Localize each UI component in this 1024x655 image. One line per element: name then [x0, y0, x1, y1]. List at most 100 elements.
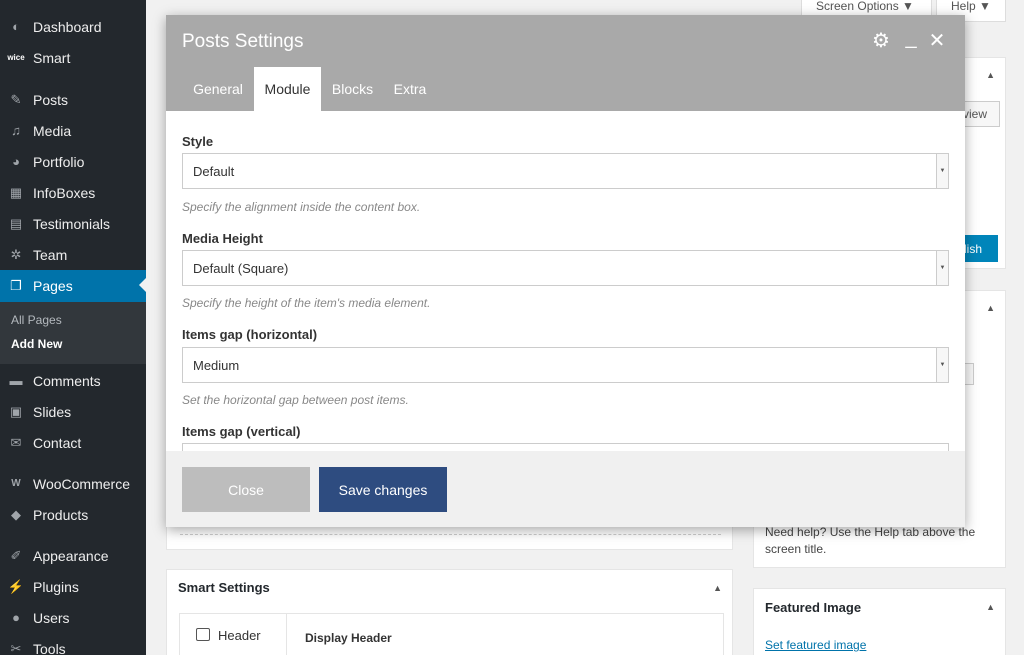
toggle-arrow-icon[interactable]: ▲	[986, 70, 995, 80]
close-label: Close	[228, 481, 264, 498]
submenu-add-new[interactable]: Add New	[11, 337, 62, 351]
menu-label: Comments	[33, 372, 101, 389]
save-changes-button[interactable]: Save changes	[319, 467, 447, 512]
preview-label: view	[963, 107, 988, 121]
smart-settings-box: Smart Settings ▲ Header Display Header	[166, 569, 733, 655]
menu-tools[interactable]: ✂ Tools	[0, 633, 146, 655]
menu-plugins[interactable]: ⚡ Plugins	[0, 571, 146, 602]
minimize-icon[interactable]: _	[900, 27, 922, 49]
menu-label: Team	[33, 246, 68, 263]
submenu-all-pages[interactable]: All Pages	[11, 313, 62, 327]
menu-contact[interactable]: ✉ Contact	[0, 427, 146, 458]
header-tab-label: Header	[218, 628, 261, 643]
help-label: Help ▼	[951, 0, 991, 13]
tab-label: Blocks	[331, 81, 374, 97]
set-featured-image-link[interactable]: Set featured image	[765, 638, 866, 652]
items-gap-horizontal-value: Medium	[193, 357, 240, 373]
gear-icon[interactable]: ⚙	[870, 29, 892, 52]
menu-label: Slides	[33, 403, 72, 420]
posts-settings-modal: Posts Settings ⚙ _ ✕ General Module Bloc…	[166, 15, 965, 527]
menu-label: Tools	[33, 640, 66, 655]
products-icon: ◆	[11, 506, 21, 522]
menu-posts[interactable]: ✎ Posts	[0, 84, 146, 115]
menu-infoboxes[interactable]: ▦ InfoBoxes	[0, 177, 146, 208]
menu-testimonials[interactable]: ▤ Testimonials	[0, 208, 146, 239]
testimonials-icon: ▤	[9, 215, 23, 231]
modal-footer: Close Save changes	[166, 451, 965, 527]
header-tab[interactable]: Header	[180, 614, 287, 655]
menu-label: Media	[33, 122, 72, 139]
woocommerce-icon: W	[11, 478, 21, 489]
chevron-down-icon: ▼	[936, 348, 948, 382]
menu-portfolio[interactable]: ◕ Portfolio	[0, 146, 146, 177]
items-gap-vertical-label: Items gap (vertical)	[182, 424, 301, 439]
dashed-divider	[180, 534, 721, 535]
menu-appearance[interactable]: ✐ Appearance	[0, 540, 146, 571]
team-icon: ✲	[10, 246, 22, 262]
menu-users[interactable]: ● Users	[0, 602, 146, 633]
tab-label: Module	[264, 81, 311, 97]
media-height-select[interactable]: Default (Square) ▼	[182, 250, 949, 286]
menu-label: Posts	[33, 91, 69, 108]
close-icon[interactable]: ✕	[926, 29, 948, 52]
close-button[interactable]: Close	[182, 467, 310, 512]
smart-logo-icon: wice	[7, 53, 25, 62]
menu-label: Users	[33, 609, 70, 626]
menu-media[interactable]: ♫ Media	[0, 115, 146, 146]
tab-general[interactable]: General	[182, 67, 254, 111]
tab-module[interactable]: Module	[254, 67, 321, 111]
smart-settings-panel: Header Display Header	[179, 613, 724, 655]
toggle-arrow-icon[interactable]: ▲	[713, 583, 722, 593]
pages-icon: ❐	[10, 278, 22, 293]
appearance-icon: ✐	[10, 547, 22, 563]
menu-label: WooCommerce	[33, 475, 130, 492]
menu-label: Pages	[33, 278, 73, 294]
tab-blocks[interactable]: Blocks	[323, 67, 382, 111]
items-gap-horizontal-label: Items gap (horizontal)	[182, 327, 318, 342]
preview-button[interactable]: view	[960, 101, 1000, 127]
menu-woocommerce[interactable]: W WooCommerce	[0, 468, 146, 499]
tab-label: General	[193, 81, 243, 97]
tools-icon: ✂	[10, 640, 22, 655]
menu-label: Dashboard	[33, 18, 102, 35]
modal-body: Style Default ▼ Specify the alignment ins…	[166, 111, 965, 451]
menu-products[interactable]: ◆ Products	[0, 499, 146, 530]
menu-smart[interactable]: wice Smart	[0, 42, 146, 73]
style-select[interactable]: Default ▼	[182, 153, 949, 189]
slides-icon: ▣	[9, 403, 23, 419]
screen-options-label: Screen Options ▼	[816, 0, 914, 13]
chevron-down-icon: ▼	[936, 154, 948, 188]
menu-slides[interactable]: ▣ Slides	[0, 396, 146, 427]
window-icon	[196, 628, 210, 641]
tab-extra[interactable]: Extra	[384, 67, 436, 111]
menu-label: Contact	[33, 434, 82, 451]
style-help: Specify the alignment inside the content…	[182, 200, 421, 214]
menu-label: Testimonials	[33, 215, 111, 232]
dashboard-icon: ◐	[12, 19, 20, 34]
items-gap-vertical-select[interactable]	[182, 443, 949, 451]
menu-label: Plugins	[33, 578, 79, 595]
menu-label: Products	[33, 506, 89, 523]
menu-label: Portfolio	[33, 153, 85, 170]
media-height-label: Media Height	[182, 231, 263, 246]
toggle-arrow-icon[interactable]: ▲	[986, 303, 995, 313]
tab-label: Extra	[393, 81, 427, 97]
toggle-arrow-icon[interactable]: ▲	[986, 602, 995, 612]
pin-icon: ✎	[10, 91, 22, 107]
menu-comments[interactable]: ▬ Comments	[0, 365, 146, 396]
featured-image-title: Featured Image	[765, 600, 862, 615]
smart-settings-title: Smart Settings	[178, 580, 270, 595]
style-value: Default	[193, 163, 235, 179]
save-label: Save changes	[338, 481, 428, 498]
admin-sidebar: ◐ Dashboard wice Smart ✎ Posts ♫ Media ◕ Port…	[0, 0, 146, 655]
users-icon: ●	[12, 610, 20, 625]
menu-team[interactable]: ✲ Team	[0, 239, 146, 270]
modal-title: Posts Settings	[182, 31, 304, 52]
publish-button[interactable]: lish	[960, 235, 998, 262]
media-height-value: Default (Square)	[193, 260, 289, 276]
items-gap-horizontal-help: Set the horizontal gap between post item…	[182, 393, 409, 407]
menu-label: Smart	[33, 49, 71, 66]
menu-pages[interactable]: ❐ Pages	[0, 270, 146, 302]
items-gap-horizontal-select[interactable]: Medium ▼	[182, 347, 949, 383]
menu-dashboard[interactable]: ◐ Dashboard	[0, 11, 146, 42]
